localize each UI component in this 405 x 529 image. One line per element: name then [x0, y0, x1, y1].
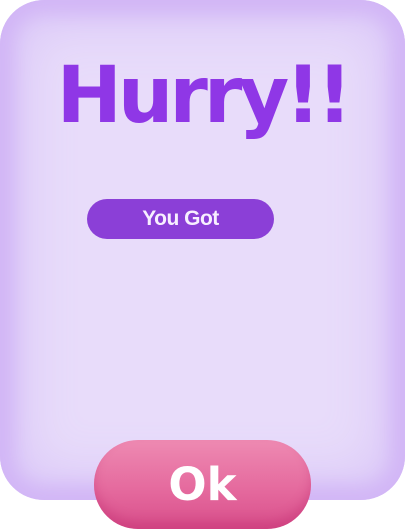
dialog-title: Hurry!! [56, 51, 353, 141]
you-got-badge: You Got [87, 199, 274, 239]
reward-dialog: Hurry!! You Got [0, 0, 405, 500]
screen: Hurry!! You Got Ok [0, 0, 405, 529]
ok-button[interactable]: Ok [94, 440, 311, 529]
